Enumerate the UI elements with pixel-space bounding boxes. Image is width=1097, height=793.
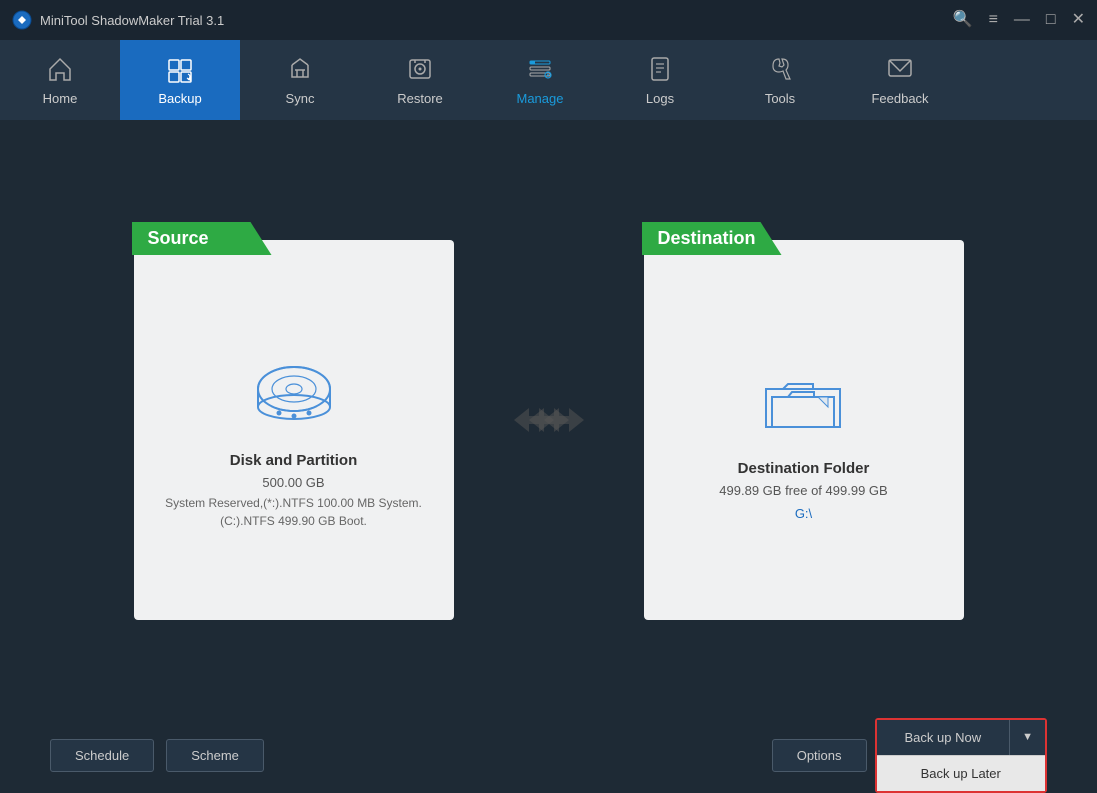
nav-label-sync: Sync [286, 91, 315, 106]
source-body: Disk and Partition 500.00 GB System Rese… [134, 270, 454, 620]
source-title: Disk and Partition [230, 452, 358, 469]
nav-item-backup[interactable]: Backup [120, 40, 240, 120]
arrow-indicator [514, 400, 584, 440]
nav-item-home[interactable]: Home [0, 40, 120, 120]
destination-free: 499.89 GB free of 499.99 GB [719, 483, 887, 498]
folder-icon [758, 369, 848, 444]
destination-card[interactable]: Destination Destination Folder 499.89 GB… [644, 240, 964, 620]
tools-icon [766, 55, 794, 87]
destination-title: Destination Folder [738, 460, 870, 477]
feedback-icon [886, 55, 914, 87]
manage-icon [526, 55, 554, 87]
app-logo [12, 10, 32, 30]
source-header: Source [132, 222, 272, 255]
backup-now-button[interactable]: Back up Now [877, 720, 1010, 755]
close-button[interactable]: ✕ [1072, 12, 1085, 28]
backup-button-group: Back up Now ▼ Back up Later [875, 718, 1047, 793]
backup-dropdown-arrow[interactable]: ▼ [1009, 720, 1045, 755]
nav-item-tools[interactable]: Tools [720, 40, 840, 120]
schedule-button[interactable]: Schedule [50, 739, 154, 772]
app-title: MiniTool ShadowMaker Trial 3.1 [40, 13, 224, 28]
nav-item-restore[interactable]: Restore [360, 40, 480, 120]
title-bar: MiniTool ShadowMaker Trial 3.1 🔍 ≡ — □ ✕ [0, 0, 1097, 40]
menu-button[interactable]: ≡ [989, 12, 998, 28]
nav-item-feedback[interactable]: Feedback [840, 40, 960, 120]
backup-btn-top: Back up Now ▼ [877, 720, 1045, 755]
bottom-left-buttons: Schedule Scheme [50, 739, 264, 772]
minimize-button[interactable]: — [1014, 12, 1030, 28]
restore-icon [406, 55, 434, 87]
nav-item-sync[interactable]: Sync [240, 40, 360, 120]
backup-icon [166, 55, 194, 87]
nav-label-tools: Tools [765, 91, 795, 106]
nav-label-home: Home [43, 91, 78, 106]
title-bar-controls: 🔍 ≡ — □ ✕ [953, 12, 1085, 28]
search-button[interactable]: 🔍 [953, 12, 973, 28]
main-content: Source [0, 120, 1097, 720]
source-card[interactable]: Source [134, 240, 454, 620]
nav-item-logs[interactable]: Logs [600, 40, 720, 120]
nav-label-manage: Manage [517, 91, 564, 106]
sync-icon [286, 55, 314, 87]
maximize-button[interactable]: □ [1046, 12, 1056, 28]
bottom-bar: Schedule Scheme Options Back up Now ▼ Ba… [0, 720, 1097, 790]
bottom-right-buttons: Options Back up Now ▼ Back up Later [772, 718, 1047, 793]
scheme-button[interactable]: Scheme [166, 739, 264, 772]
nav-label-feedback: Feedback [871, 91, 928, 106]
source-detail: System Reserved,(*:).NTFS 100.00 MB Syst… [154, 494, 434, 530]
logs-icon [646, 55, 674, 87]
destination-header: Destination [642, 222, 782, 255]
title-bar-left: MiniTool ShadowMaker Trial 3.1 [12, 10, 224, 30]
destination-body: Destination Folder 499.89 GB free of 499… [699, 270, 907, 620]
nav-bar: Home Backup Sync [0, 40, 1097, 120]
nav-label-backup: Backup [158, 91, 201, 106]
nav-item-manage[interactable]: Manage [480, 40, 600, 120]
source-size: 500.00 GB [262, 475, 324, 490]
destination-drive: G:\ [795, 506, 812, 521]
backup-later-button[interactable]: Back up Later [877, 755, 1045, 791]
nav-label-logs: Logs [646, 91, 674, 106]
options-button[interactable]: Options [772, 739, 867, 772]
disk-icon [249, 361, 339, 436]
nav-label-restore: Restore [397, 91, 443, 106]
home-icon [46, 55, 74, 87]
